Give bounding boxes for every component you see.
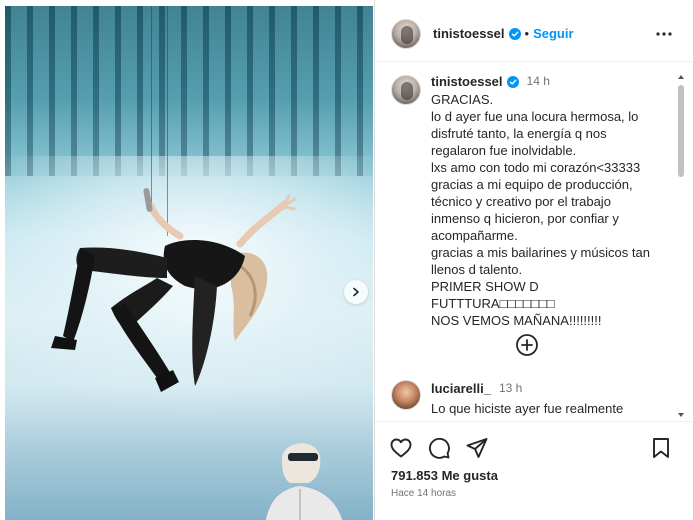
comments-section[interactable]: tinistoessel 14 h GRACIAS. lo d ayer fue… bbox=[375, 63, 693, 420]
scrollbar-thumb[interactable] bbox=[678, 85, 684, 177]
instagram-post-window: tinistoessel • Seguir tinistoessel 14 h … bbox=[0, 0, 693, 520]
caption-author-avatar[interactable] bbox=[391, 75, 421, 105]
caption-header: tinistoessel 14 h bbox=[431, 73, 661, 90]
post-details-panel: tinistoessel • Seguir tinistoessel 14 h … bbox=[374, 0, 693, 520]
more-horizontal-icon bbox=[656, 32, 672, 36]
post-photo[interactable] bbox=[5, 6, 373, 520]
comment-button[interactable] bbox=[427, 436, 451, 460]
comment-text: Lo que hiciste ayer fue realmente bbox=[431, 401, 624, 416]
post-actions: 791.853 Me gusta Hace 14 horas bbox=[375, 421, 693, 520]
performer-figure bbox=[51, 188, 297, 392]
author-avatar[interactable] bbox=[391, 18, 421, 49]
comments-scrollbar[interactable] bbox=[677, 73, 685, 419]
header-separator: • bbox=[524, 26, 530, 41]
comment-header: luciarelli_ 13 h bbox=[431, 380, 623, 397]
like-count[interactable]: 791.853 Me gusta bbox=[391, 468, 498, 483]
bookmark-icon bbox=[653, 438, 669, 458]
follow-button[interactable]: Seguir bbox=[533, 26, 573, 41]
scroll-down-arrow-icon[interactable] bbox=[677, 411, 685, 419]
commenter-username[interactable]: luciarelli_ bbox=[431, 380, 491, 397]
scroll-up-arrow-icon[interactable] bbox=[677, 73, 685, 81]
commenter-avatar[interactable] bbox=[391, 380, 421, 410]
led-screen-background bbox=[5, 6, 373, 176]
caption: tinistoessel 14 h GRACIAS. lo d ayer fue… bbox=[391, 73, 661, 329]
verified-badge-icon bbox=[508, 27, 521, 40]
author-username[interactable]: tinistoessel bbox=[433, 26, 505, 41]
send-icon bbox=[466, 438, 488, 458]
comment-item: luciarelli_ 13 h Lo que hiciste ayer fue… bbox=[391, 380, 661, 417]
chevron-right-icon bbox=[353, 287, 359, 297]
caption-body: tinistoessel 14 h GRACIAS. lo d ayer fue… bbox=[431, 73, 661, 329]
caption-text: GRACIAS. lo d ayer fue una locura hermos… bbox=[431, 92, 650, 328]
post-timestamp[interactable]: Hace 14 horas bbox=[391, 488, 456, 499]
like-button[interactable] bbox=[389, 436, 413, 460]
verified-badge-icon bbox=[506, 75, 519, 88]
caption-username[interactable]: tinistoessel bbox=[431, 73, 503, 90]
plus-circle-icon bbox=[516, 334, 538, 356]
caption-time[interactable]: 14 h bbox=[527, 73, 550, 90]
next-photo-button[interactable] bbox=[344, 280, 368, 304]
background-performer bbox=[266, 443, 343, 520]
comment-time[interactable]: 13 h bbox=[499, 380, 522, 397]
more-options-button[interactable] bbox=[654, 24, 674, 44]
comment-body: luciarelli_ 13 h Lo que hiciste ayer fue… bbox=[431, 380, 623, 417]
post-header: tinistoessel • Seguir bbox=[375, 6, 693, 62]
suspension-wire bbox=[151, 6, 152, 206]
share-button[interactable] bbox=[465, 436, 489, 460]
load-more-comments-button[interactable] bbox=[515, 333, 539, 357]
heart-icon bbox=[390, 438, 412, 458]
save-button[interactable] bbox=[649, 436, 673, 460]
comment-icon bbox=[428, 437, 450, 459]
